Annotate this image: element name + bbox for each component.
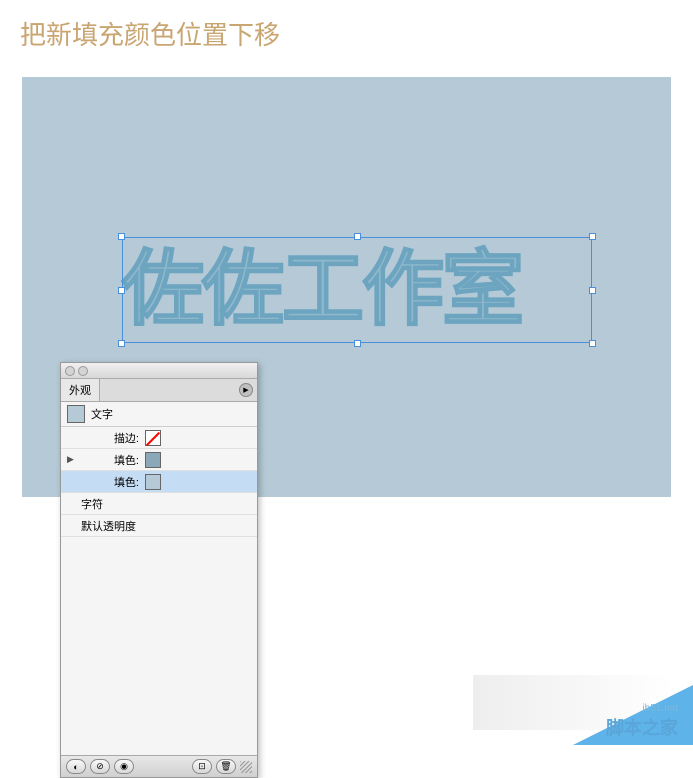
handle-top-left[interactable] xyxy=(118,233,125,240)
stroke-row[interactable]: 描边: xyxy=(61,427,257,449)
handle-top-right[interactable] xyxy=(589,233,596,240)
watermark-text: 脚本之家 xyxy=(606,714,678,740)
watermark-url: jb51.net xyxy=(606,703,678,714)
stroke-swatch-none[interactable] xyxy=(145,430,161,446)
expand-arrow-icon[interactable]: ▶ xyxy=(67,454,81,465)
delete-button[interactable]: 🗑 xyxy=(216,759,236,774)
panel-menu-button[interactable]: ▶ xyxy=(239,383,253,397)
panel-titlebar[interactable] xyxy=(61,363,257,379)
panel-empty-area xyxy=(61,537,257,755)
appearance-panel: 外观 ▶ 文字 描边: ▶ 填色: 填色: 字符 默认透明度 xyxy=(60,362,258,778)
fill-label-1: 填色: xyxy=(81,452,139,468)
object-swatch xyxy=(67,405,85,423)
fill-swatch-1[interactable] xyxy=(145,452,161,468)
object-type-label: 文字 xyxy=(91,406,113,422)
selection-bounding-box xyxy=(122,237,592,343)
panel-body: 文字 描边: ▶ 填色: 填色: 字符 默认透明度 xyxy=(61,402,257,755)
handle-bottom-left[interactable] xyxy=(118,340,125,347)
object-type-row[interactable]: 文字 xyxy=(61,402,257,427)
tab-appearance[interactable]: 外观 xyxy=(61,379,100,401)
handle-middle-right[interactable] xyxy=(589,287,596,294)
handle-bottom-center[interactable] xyxy=(354,340,361,347)
fill-row-1[interactable]: ▶ 填色: xyxy=(61,449,257,471)
handle-top-center[interactable] xyxy=(354,233,361,240)
effect-button[interactable]: ◉ xyxy=(114,759,134,774)
close-button[interactable] xyxy=(65,366,75,376)
minimize-button[interactable] xyxy=(78,366,88,376)
page-title: 把新填充颜色位置下移 xyxy=(0,0,693,67)
text-object-selection[interactable]: 佐佐工作室 xyxy=(122,237,592,343)
fill-row-2[interactable]: 填色: xyxy=(61,471,257,493)
character-row[interactable]: 字符 xyxy=(61,493,257,515)
fill-label-2: 填色: xyxy=(81,474,139,490)
watermark: jb51.net 脚本之家 xyxy=(606,703,678,740)
stroke-label: 描边: xyxy=(81,430,139,446)
character-label: 字符 xyxy=(81,496,103,512)
clear-button[interactable]: ⊘ xyxy=(90,759,110,774)
resize-grip[interactable] xyxy=(240,761,252,773)
handle-middle-left[interactable] xyxy=(118,287,125,294)
duplicate-button[interactable]: ⊡ xyxy=(192,759,212,774)
opacity-label: 默认透明度 xyxy=(81,518,136,534)
opacity-row[interactable]: 默认透明度 xyxy=(61,515,257,537)
panel-tab-bar: 外观 ▶ xyxy=(61,379,257,402)
panel-footer: ◐ ⊘ ◉ ⊡ 🗑 xyxy=(61,755,257,777)
fx-button[interactable]: ◐ xyxy=(66,759,86,774)
fill-swatch-2[interactable] xyxy=(145,474,161,490)
handle-bottom-right[interactable] xyxy=(589,340,596,347)
